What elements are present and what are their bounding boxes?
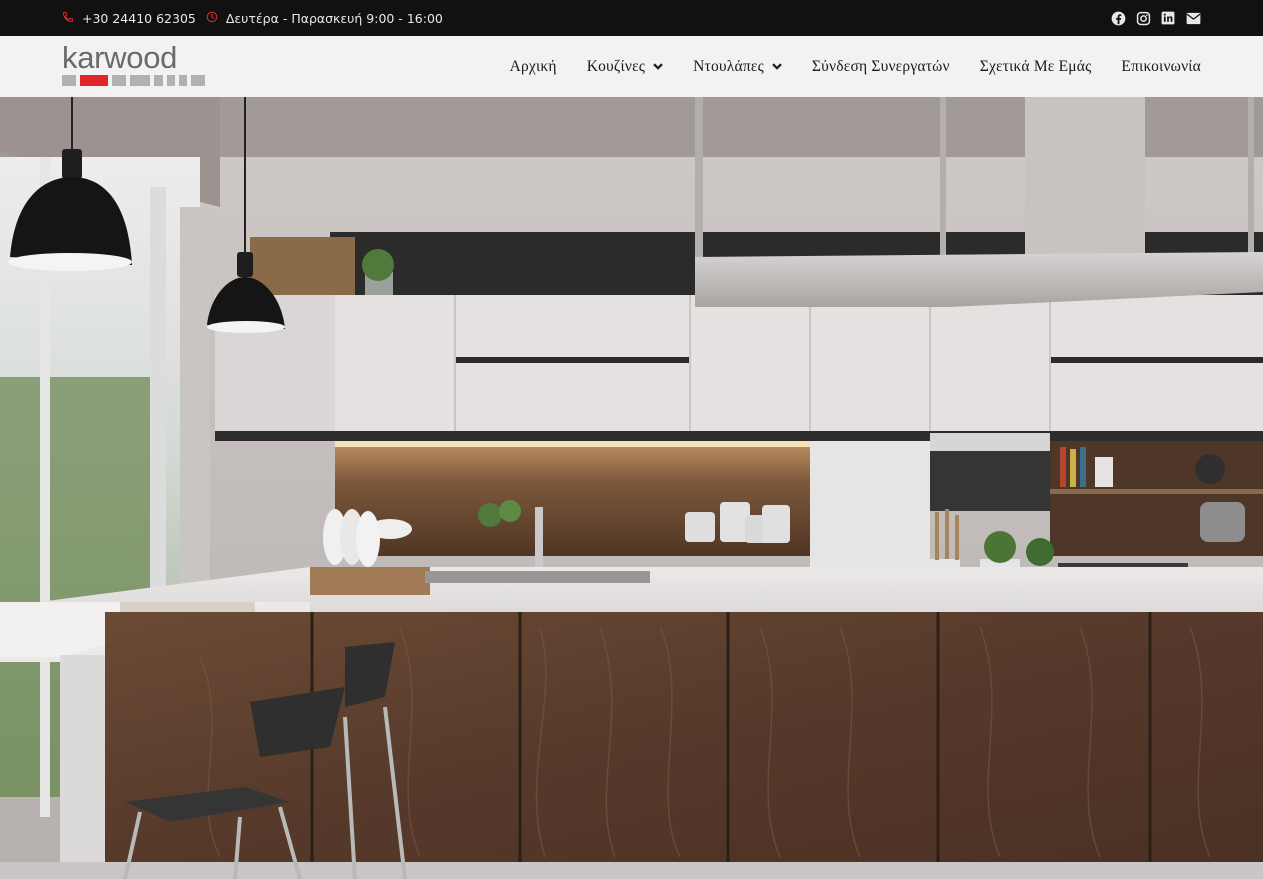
nav-partners-login[interactable]: Σύνδεση Συνεργατών: [812, 58, 950, 76]
nav-about[interactable]: Σχετικά Με Εμάς: [980, 58, 1092, 76]
nav-about-label: Σχετικά Με Εμάς: [979, 57, 1092, 75]
logo-stripe: [62, 75, 205, 86]
opening-hours: Δευτέρα - Παρασκευή 9:00 - 16:00: [225, 10, 443, 26]
phone-number: +30 24410 62305: [82, 10, 196, 26]
chevron-down-icon: [653, 63, 663, 70]
nav-home[interactable]: Αρχική: [510, 58, 557, 76]
top-info-bar: +30 24410 62305 Δευτέρα - Παρασκευή 9:00…: [0, 0, 1263, 36]
instagram-icon[interactable]: [1135, 10, 1151, 26]
main-navigation: Αρχική Κουζίνες Ντουλάπες Σύνδεση Συνεργ…: [510, 36, 1201, 97]
nav-kitchens[interactable]: Κουζίνες: [587, 58, 663, 76]
nav-contact-label: Επικοινωνία: [1121, 57, 1201, 75]
linkedin-icon[interactable]: [1160, 10, 1176, 26]
hero-kitchen-image: [0, 97, 1263, 879]
logo-wordmark: karwood: [62, 40, 178, 75]
hours-info: Δευτέρα - Παρασκευή 9:00 - 16:00: [206, 11, 443, 26]
site-header: karwood Αρχική Κουζίνες Ντουλάπες Σύνδεσ…: [0, 36, 1263, 97]
kitchen-illustration: [0, 97, 1263, 879]
clock-icon: [206, 11, 226, 26]
facebook-icon[interactable]: [1110, 10, 1126, 26]
phone-info[interactable]: +30 24410 62305: [62, 11, 196, 26]
nav-wardrobes[interactable]: Ντουλάπες: [693, 58, 782, 76]
phone-icon: [62, 11, 82, 26]
nav-contact[interactable]: Επικοινωνία: [1121, 58, 1201, 76]
contact-info: +30 24410 62305 Δευτέρα - Παρασκευή 9:00…: [62, 0, 453, 36]
nav-kitchens-label: Κουζίνες: [586, 57, 646, 75]
nav-partners-label: Σύνδεση Συνεργατών: [811, 57, 950, 75]
social-links: [1110, 0, 1201, 36]
chevron-down-icon: [772, 63, 782, 70]
nav-home-label: Αρχική: [509, 57, 557, 75]
karwood-logo[interactable]: karwood: [62, 40, 205, 90]
envelope-icon[interactable]: [1185, 10, 1201, 26]
nav-wardrobes-label: Ντουλάπες: [693, 57, 764, 75]
